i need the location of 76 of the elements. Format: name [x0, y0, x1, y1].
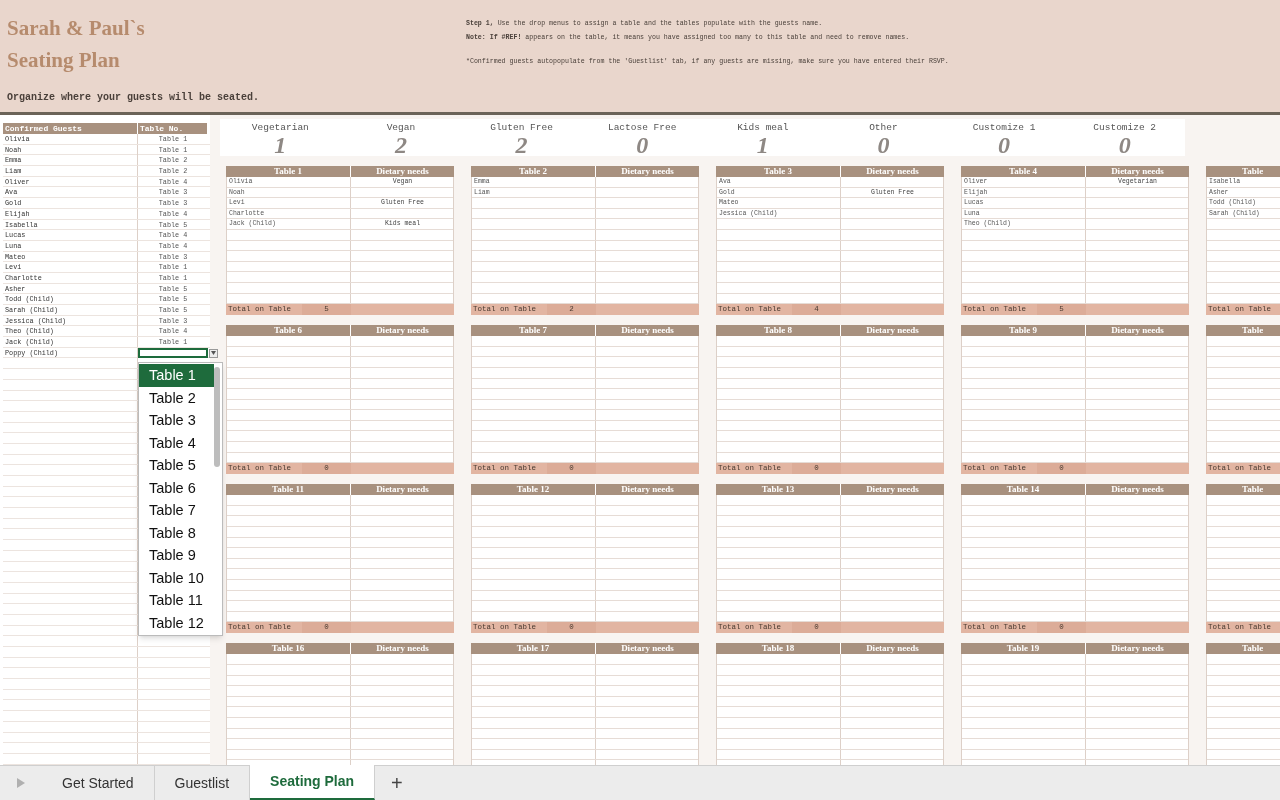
table-title: Table 2 — [471, 166, 596, 177]
dietary-label: Vegan — [386, 122, 416, 134]
column-header: Dietary needs — [841, 484, 944, 496]
table-title: Table 4 — [961, 166, 1086, 177]
column-header: Dietary needs — [596, 166, 699, 177]
column-header: Dietary needs — [596, 325, 699, 337]
title: Sarah & Paul`s — [7, 15, 146, 42]
dietary-count: 1 — [274, 134, 287, 156]
sheet-tab[interactable]: Get Started — [42, 766, 155, 800]
table-title: Table 9 — [961, 325, 1086, 337]
dropdown-option[interactable]: Table 11 — [139, 589, 214, 612]
dietary-label: Lactose Free — [607, 122, 677, 134]
column-header: Dietary needs — [1086, 325, 1189, 337]
dropdown-option[interactable]: Table 1 — [139, 364, 214, 387]
dropdown-arrow-icon[interactable] — [209, 348, 218, 358]
table-title: Table 1 — [226, 166, 351, 177]
subtitle: Organize where your guests will be seated. — [7, 91, 261, 105]
dropdown-option[interactable]: Table 6 — [139, 476, 214, 499]
table-title: Table 7 — [471, 325, 596, 337]
column-header: Dietary needs — [841, 166, 944, 177]
dietary-label: Other — [869, 122, 898, 134]
table-title: Table — [1242, 484, 1264, 496]
column-header: Dietary needs — [351, 166, 454, 177]
dropdown-option[interactable]: Table 8 — [139, 521, 214, 544]
dietary-label: Customize 1 — [972, 122, 1036, 134]
column-header: Dietary needs — [841, 643, 944, 655]
table-title: Table 11 — [226, 484, 351, 496]
column-header: Dietary needs — [1086, 166, 1189, 177]
table-title: Table 17 — [471, 643, 596, 655]
column-header: Dietary needs — [596, 643, 699, 655]
dietary-label: Customize 2 — [1093, 122, 1157, 134]
dietary-label: Kids meal — [737, 122, 789, 134]
table-title: Table 6 — [226, 325, 351, 337]
table-title: Table 14 — [961, 484, 1086, 496]
dropdown-option[interactable]: Table 2 — [139, 386, 214, 409]
dropdown-option[interactable]: Table 10 — [139, 566, 214, 589]
table-title: Table 16 — [226, 643, 351, 655]
dropdown-option[interactable]: Table 5 — [139, 454, 214, 477]
dietary-label: Gluten Free — [490, 122, 553, 134]
column-header: Confirmed Guests — [3, 123, 138, 134]
column-header: Dietary needs — [596, 484, 699, 496]
table-title: Table — [1242, 643, 1264, 655]
title: Seating Plan — [7, 47, 121, 74]
add-sheet-button[interactable]: + — [375, 766, 419, 800]
dietary-count: 0 — [636, 134, 649, 156]
table-title: Table 12 — [471, 484, 596, 496]
column-header: Dietary needs — [351, 325, 454, 337]
dietary-count: 2 — [515, 134, 528, 156]
table-title: Table 8 — [716, 325, 841, 337]
table-title: Table 3 — [716, 166, 841, 177]
table-number-cell[interactable] — [138, 347, 208, 358]
column-header: Dietary needs — [841, 325, 944, 337]
table-title: Table — [1242, 325, 1264, 337]
dietary-count: 0 — [877, 134, 890, 156]
dropdown-option[interactable]: Table 3 — [139, 409, 214, 432]
dietary-label: Vegetarian — [251, 122, 309, 134]
dropdown-option[interactable]: Table 4 — [139, 431, 214, 454]
scrollbar-thumb[interactable] — [213, 367, 220, 467]
play-icon — [17, 778, 25, 788]
sheet-tab[interactable]: Seating Plan — [250, 765, 376, 800]
table-title: Table 19 — [961, 643, 1086, 655]
table-title: Table — [1242, 166, 1264, 177]
column-header: Dietary needs — [351, 484, 454, 496]
column-header: Dietary needs — [1086, 484, 1189, 496]
column-header: Dietary needs — [351, 643, 454, 655]
dropdown-option[interactable]: Table 7 — [139, 499, 214, 522]
dropdown-option[interactable]: Table 12 — [139, 611, 214, 634]
column-header: Dietary needs — [1086, 643, 1189, 655]
dropdown-option[interactable]: Table 9 — [139, 544, 214, 567]
dietary-count: 0 — [998, 134, 1011, 156]
table-title: Table 18 — [716, 643, 841, 655]
dietary-count: 2 — [394, 134, 407, 156]
dietary-count: 0 — [1118, 134, 1131, 156]
table-title: Table 13 — [716, 484, 841, 496]
column-header: Table No. — [138, 123, 208, 134]
dietary-count: 1 — [756, 134, 769, 156]
